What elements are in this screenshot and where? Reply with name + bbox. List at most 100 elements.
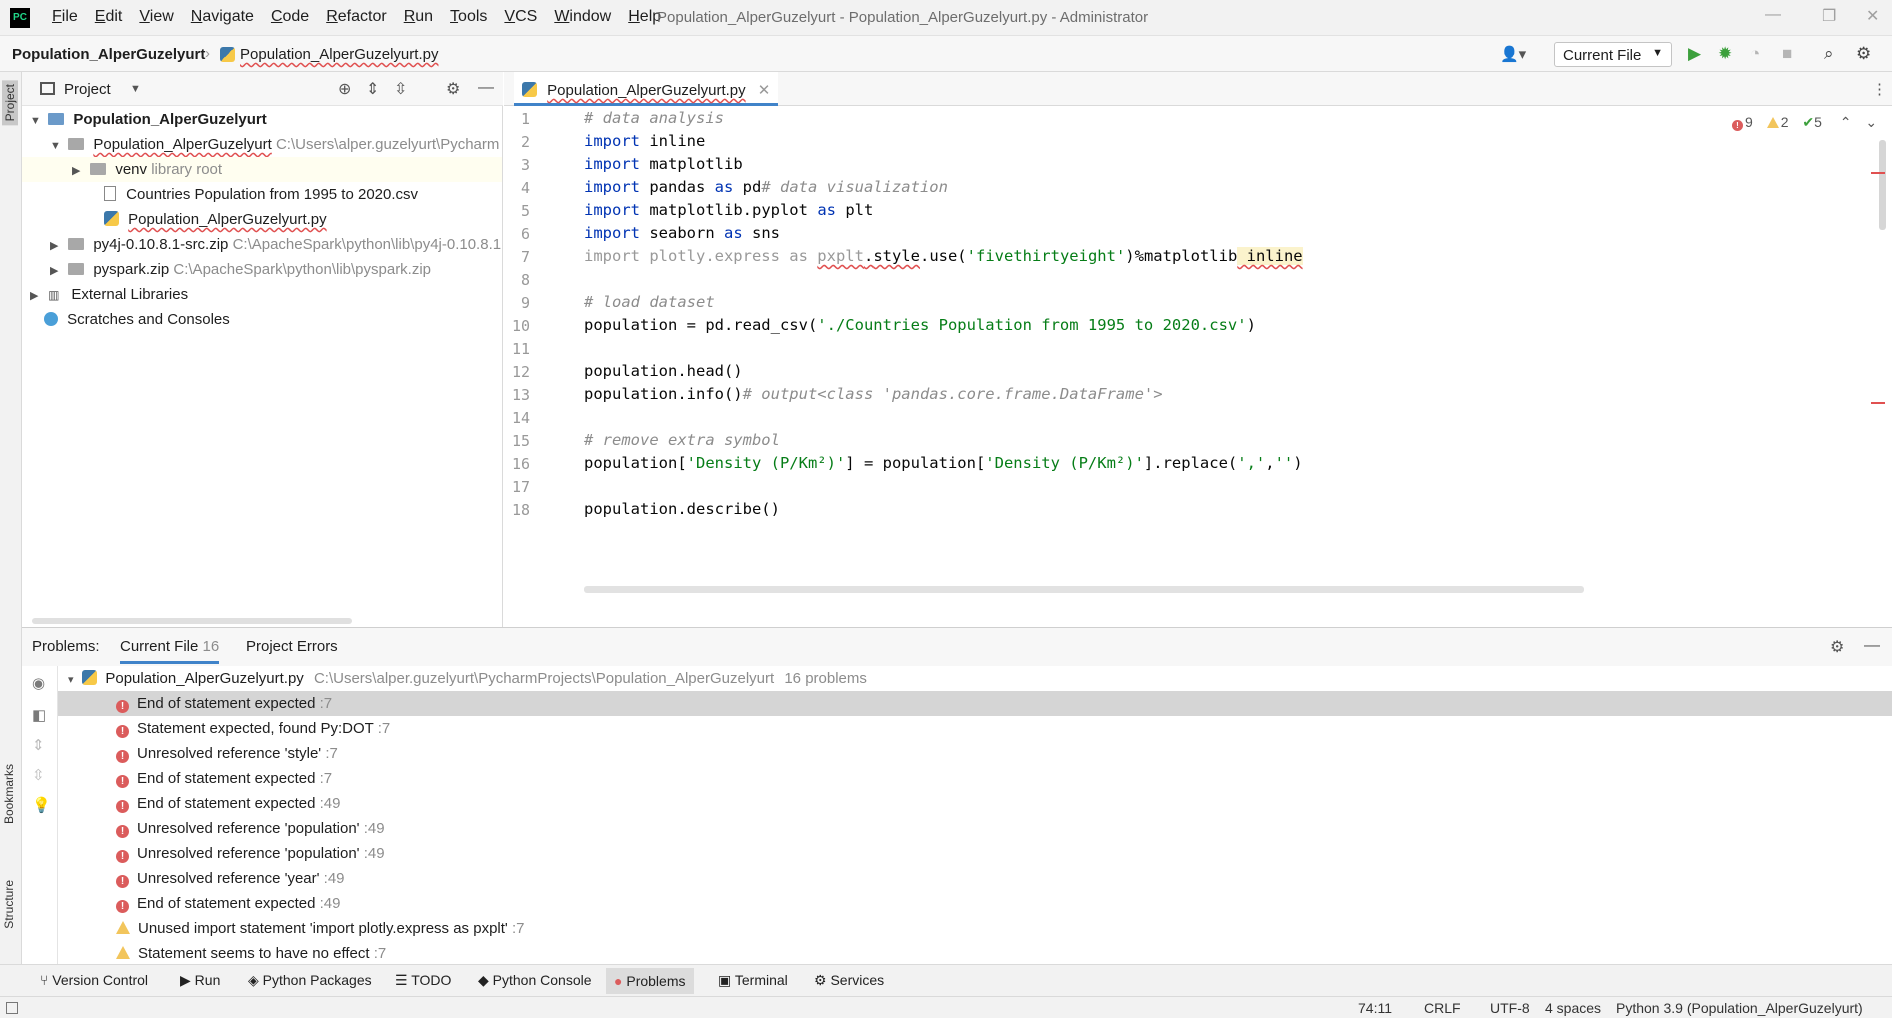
vertical-scrollbar[interactable] bbox=[1879, 140, 1886, 230]
chevron-down-icon: ▾ bbox=[68, 674, 74, 686]
title-bar: PC File Edit View Navigate Code Refactor… bbox=[0, 0, 1892, 36]
next-highlight-icon[interactable]: ⌄ bbox=[1865, 114, 1877, 130]
inspection-widget[interactable]: ! 9 2 ✔5 ⌃ ⌄ bbox=[1732, 114, 1877, 131]
menu-edit[interactable]: Edit bbox=[95, 8, 123, 26]
caret-position[interactable]: 74:11 bbox=[1358, 1000, 1392, 1016]
menu-run[interactable]: Run bbox=[404, 8, 433, 26]
project-tool-tab[interactable]: Project bbox=[2, 80, 18, 126]
problem-item[interactable]: ! Unresolved reference 'year' :49 bbox=[58, 866, 1892, 891]
code-line: import matplotlib.pyplot as plt bbox=[584, 201, 874, 219]
menu-code[interactable]: Code bbox=[271, 8, 309, 26]
editor-tab[interactable]: Population_AlperGuzelyurt.py ✕ bbox=[514, 72, 779, 106]
run-icon[interactable]: ▶ bbox=[1688, 44, 1701, 64]
settings-icon[interactable]: ⚙ bbox=[1856, 44, 1871, 64]
problem-item[interactable]: ! End of statement expected :49 bbox=[58, 791, 1892, 816]
problems-file-row[interactable]: ▾ Population_AlperGuzelyurt.py C:\Users\… bbox=[58, 666, 1892, 691]
breadcrumb-file[interactable]: Population_AlperGuzelyurt.py bbox=[240, 46, 438, 63]
indent-setting[interactable]: 4 spaces bbox=[1545, 1000, 1601, 1016]
error-stripe-marker[interactable] bbox=[1871, 402, 1885, 404]
menu-tools[interactable]: Tools bbox=[450, 8, 487, 26]
chevron-down-icon[interactable]: ▼ bbox=[130, 83, 141, 95]
run-configuration-select[interactable]: Current File ▼ bbox=[1554, 42, 1672, 67]
python-file-icon bbox=[82, 670, 98, 685]
expand-all-icon[interactable]: ⇕ bbox=[366, 79, 379, 99]
line-separator[interactable]: CRLF bbox=[1424, 1000, 1461, 1016]
tree-item-py4j-zip[interactable]: ▶ py4j-0.10.8.1-src.zip C:\ApacheSpark\p… bbox=[50, 232, 520, 257]
menu-vcs[interactable]: VCS bbox=[504, 8, 537, 26]
tree-item-module-folder[interactable]: ▼ Population_AlperGuzelyurt C:\Users\alp… bbox=[50, 132, 520, 157]
expand-all-icon[interactable]: ⇕ bbox=[32, 736, 45, 754]
tree-item-external-libraries[interactable]: ▶ ▥ External Libraries bbox=[30, 282, 188, 307]
line-number: 14 bbox=[511, 409, 530, 427]
menu-navigate[interactable]: Navigate bbox=[191, 8, 254, 26]
tree-item-py-file[interactable]: Population_AlperGuzelyurt.py bbox=[104, 207, 327, 232]
tree-item-project-root[interactable]: ▼ Population_AlperGuzelyurt bbox=[30, 107, 267, 132]
bookmarks-tool-tab[interactable]: Bookmarks bbox=[2, 764, 16, 824]
code-line: import matplotlib bbox=[584, 155, 743, 173]
line-number: 9 bbox=[520, 294, 530, 312]
horizontal-scrollbar[interactable] bbox=[32, 618, 352, 624]
error-icon: ! bbox=[1732, 120, 1743, 131]
problem-item[interactable]: ! Unresolved reference 'style' :7 bbox=[58, 741, 1892, 766]
eye-icon[interactable]: ◉ bbox=[32, 674, 45, 692]
tool-services[interactable]: ⚙ Services bbox=[814, 972, 884, 989]
structure-tool-tab[interactable]: Structure bbox=[2, 880, 16, 929]
chevron-right-icon: ▶ bbox=[72, 165, 81, 177]
debug-icon[interactable]: ✹ bbox=[1718, 44, 1732, 64]
menu-refactor[interactable]: Refactor bbox=[326, 8, 386, 26]
gear-icon[interactable]: ⚙ bbox=[446, 79, 460, 99]
file-encoding[interactable]: UTF-8 bbox=[1490, 1000, 1530, 1016]
menu-window[interactable]: Window bbox=[554, 8, 611, 26]
tool-python-packages[interactable]: ◈ Python Packages bbox=[248, 972, 372, 989]
tree-item-pyspark-zip[interactable]: ▶ pyspark.zip C:\ApacheSpark\python\lib\… bbox=[50, 257, 431, 282]
search-icon[interactable]: ⌕ bbox=[1824, 44, 1834, 64]
problems-toolbar: ◉ ◧ ⇕ ⇳ 💡 bbox=[22, 666, 58, 965]
hide-panel-icon[interactable]: — bbox=[478, 79, 494, 97]
tool-version-control[interactable]: ⑂ Version Control bbox=[40, 972, 148, 988]
horizontal-scrollbar[interactable] bbox=[584, 586, 1584, 593]
previous-highlight-icon[interactable]: ⌃ bbox=[1840, 114, 1852, 130]
collapse-all-icon[interactable]: ⇳ bbox=[32, 766, 45, 784]
tree-item-scratches[interactable]: Scratches and Consoles bbox=[44, 307, 230, 332]
menu-view[interactable]: View bbox=[139, 8, 173, 26]
tree-item-csv-file[interactable]: Countries Population from 1995 to 2020.c… bbox=[104, 182, 418, 207]
problem-item[interactable]: ! End of statement expected :7 bbox=[58, 766, 1892, 791]
gear-icon[interactable]: ⚙ bbox=[1830, 637, 1844, 657]
problem-item[interactable]: ! End of statement expected :7 bbox=[58, 691, 1892, 716]
layout-icon[interactable] bbox=[6, 1002, 18, 1014]
preview-icon[interactable]: ◧ bbox=[32, 706, 46, 724]
close-window-button[interactable]: ✕ bbox=[1866, 6, 1879, 26]
more-tabs-icon[interactable]: ⋮ bbox=[1872, 80, 1887, 98]
tree-item-venv[interactable]: ▶ venv library root bbox=[22, 157, 502, 182]
breadcrumb-project[interactable]: Population_AlperGuzelyurt bbox=[12, 46, 205, 63]
error-stripe-marker[interactable] bbox=[1871, 172, 1885, 174]
locate-icon[interactable]: ⊕ bbox=[338, 79, 351, 99]
problem-item[interactable]: ! Statement expected, found Py:DOT :7 bbox=[58, 716, 1892, 741]
tool-todo[interactable]: ☰ TODO bbox=[395, 972, 451, 989]
minimize-button[interactable]: — bbox=[1765, 6, 1781, 24]
restore-button[interactable]: ❐ bbox=[1822, 6, 1836, 26]
project-view-select[interactable]: Project bbox=[64, 81, 111, 98]
tool-python-console[interactable]: ◆ Python Console bbox=[478, 972, 592, 989]
hide-panel-icon[interactable]: — bbox=[1864, 637, 1880, 655]
python-interpreter[interactable]: Python 3.9 (Population_AlperGuzelyurt) bbox=[1616, 1000, 1863, 1016]
problem-item[interactable]: ! Unresolved reference 'population' :49 bbox=[58, 816, 1892, 841]
tree-item-label: venv bbox=[115, 161, 148, 178]
stop-icon[interactable]: ■ bbox=[1782, 44, 1792, 64]
problem-item[interactable]: Statement seems to have no effect :7 bbox=[58, 941, 1892, 966]
tool-run[interactable]: ▶ Run bbox=[180, 972, 220, 989]
tab-project-errors[interactable]: Project Errors bbox=[246, 638, 338, 655]
tab-current-file[interactable]: Current File 16 bbox=[120, 638, 220, 664]
collapse-all-icon[interactable]: ⇳ bbox=[394, 79, 407, 99]
problem-item[interactable]: ! End of statement expected :49 bbox=[58, 891, 1892, 916]
menu-file[interactable]: File bbox=[52, 8, 78, 26]
problem-item[interactable]: Unused import statement 'import plotly.e… bbox=[58, 916, 1892, 941]
menu-bar: File Edit View Navigate Code Refactor Ru… bbox=[52, 8, 661, 26]
problem-item[interactable]: ! Unresolved reference 'population' :49 bbox=[58, 841, 1892, 866]
close-tab-icon[interactable]: ✕ bbox=[758, 82, 771, 99]
tool-problems[interactable]: ● Problems bbox=[606, 968, 694, 994]
lightbulb-icon[interactable]: 💡 bbox=[32, 796, 51, 814]
coverage-icon[interactable]: ◔ bbox=[1750, 44, 1760, 64]
user-icon[interactable]: 👤▾ bbox=[1500, 45, 1526, 63]
tool-terminal[interactable]: ▣ Terminal bbox=[718, 972, 788, 989]
